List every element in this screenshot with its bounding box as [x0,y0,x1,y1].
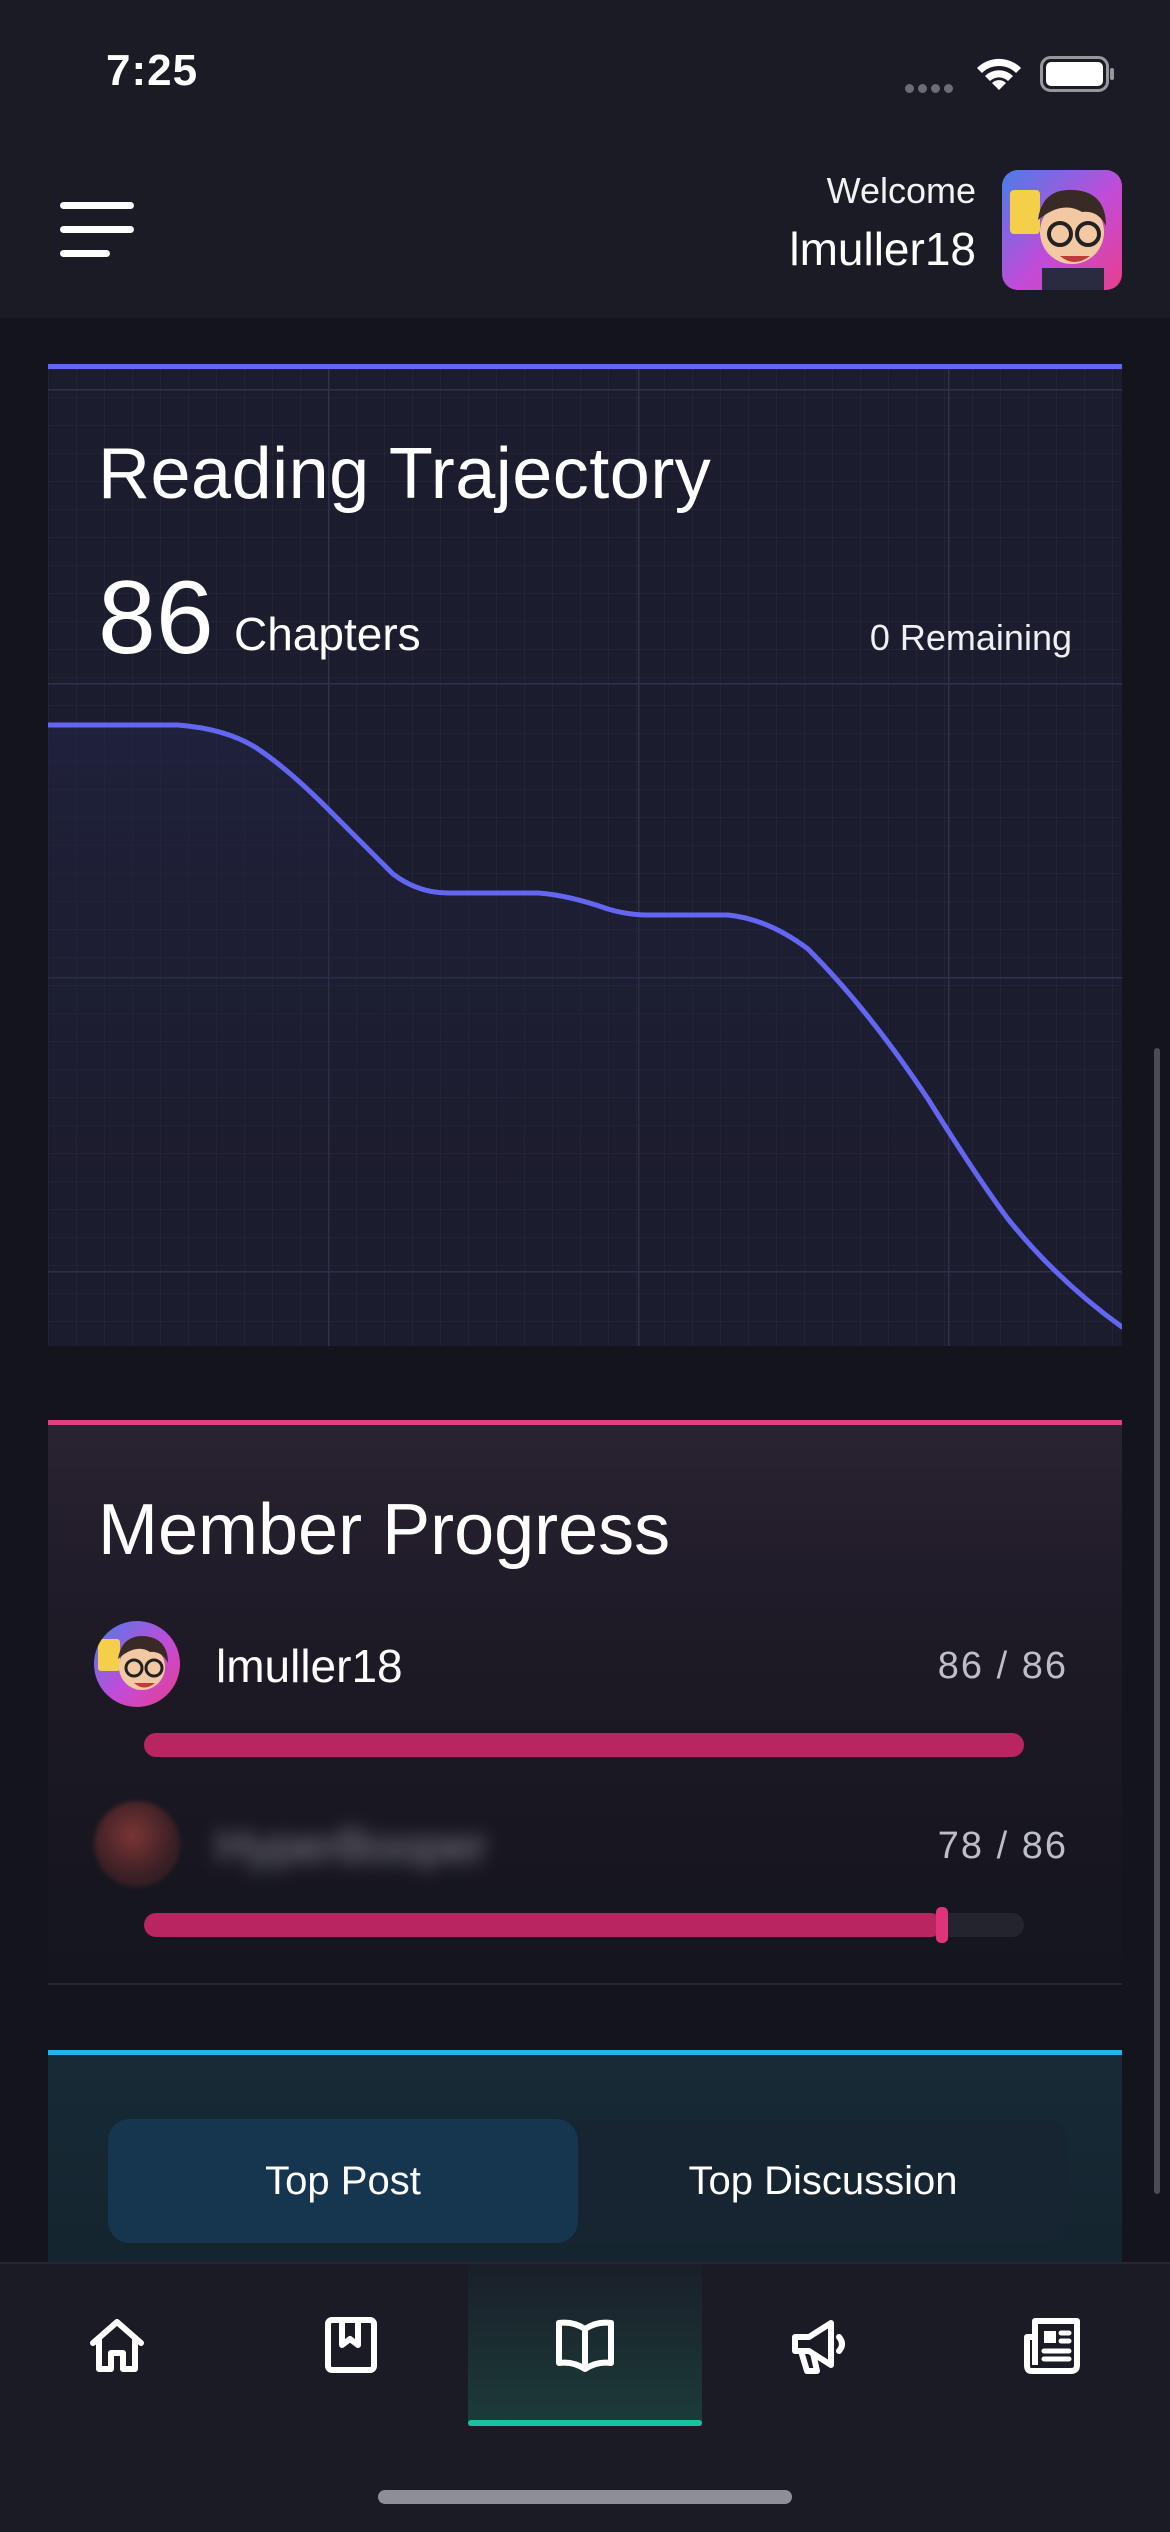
nav-home[interactable] [0,2264,234,2426]
nav-library[interactable] [234,2264,468,2426]
progress-fill [144,1913,943,1937]
nav-news[interactable] [936,2264,1170,2426]
status-bar: 7:25 [0,0,1170,140]
user-avatar[interactable] [1002,170,1122,290]
open-book-icon [556,2319,614,2372]
home-icon [90,2319,144,2372]
member-progress-bar [144,1733,1024,1757]
app-header: Welcome lmuller18 [0,140,1170,318]
member-avatar [94,1621,180,1707]
nav-announcements[interactable] [702,2264,936,2426]
card-title: Reading Trajectory [98,434,712,514]
app-screen: 7:25 Welcome lmuller18 Reading Trajector… [0,0,1170,2532]
member-score: 78 / 86 [937,1825,1068,1867]
member-avatar [94,1801,180,1887]
member-name: HyperBooper [216,1820,488,1872]
remaining-label: 0 Remaining [869,617,1072,658]
cellular-signal-icon [905,80,957,93]
nav-reading[interactable] [468,2264,702,2426]
tab-switcher: Top Post Top Discussion [108,2119,1068,2243]
progress-marker [936,1907,949,1943]
chapter-unit: Chapters [234,608,421,660]
card-title: Member Progress [98,1490,671,1570]
section-divider [48,1983,1122,1985]
member-progress-bar [144,1907,1024,1943]
member-score: 86 / 86 [937,1645,1068,1687]
welcome-username: lmuller18 [789,223,976,275]
megaphone-icon [792,2320,845,2374]
newspaper-icon [1024,2318,1080,2374]
member-progress-card: Member Progress lmuller18 86 / 86 HyperB… [48,1420,1122,1985]
bookmark-book-icon [325,2317,377,2373]
tab-top-post[interactable]: Top Post [108,2119,578,2243]
scrollbar[interactable] [1154,1048,1160,2194]
member-row[interactable]: HyperBooper 78 / 86 [48,1801,1122,1951]
home-indicator[interactable] [378,2490,792,2504]
welcome-block: Welcome lmuller18 [789,170,976,276]
member-name: lmuller18 [216,1640,403,1692]
reading-trajectory-card: Reading Trajectory 86 Chapters 0 Remaini… [48,364,1122,1346]
member-row[interactable]: lmuller18 86 / 86 [48,1621,1122,1771]
tab-top-discussion[interactable]: Top Discussion [578,2119,1068,2243]
welcome-label: Welcome [826,170,976,211]
trajectory-chart [48,722,1122,1346]
progress-fill [144,1733,1024,1757]
status-time: 7:25 [106,46,199,95]
trajectory-area [48,725,1122,1346]
chapter-count: 86 [98,560,214,676]
hamburger-menu-icon[interactable] [60,202,134,262]
battery-icon [1040,56,1114,92]
wifi-icon [977,58,1021,90]
